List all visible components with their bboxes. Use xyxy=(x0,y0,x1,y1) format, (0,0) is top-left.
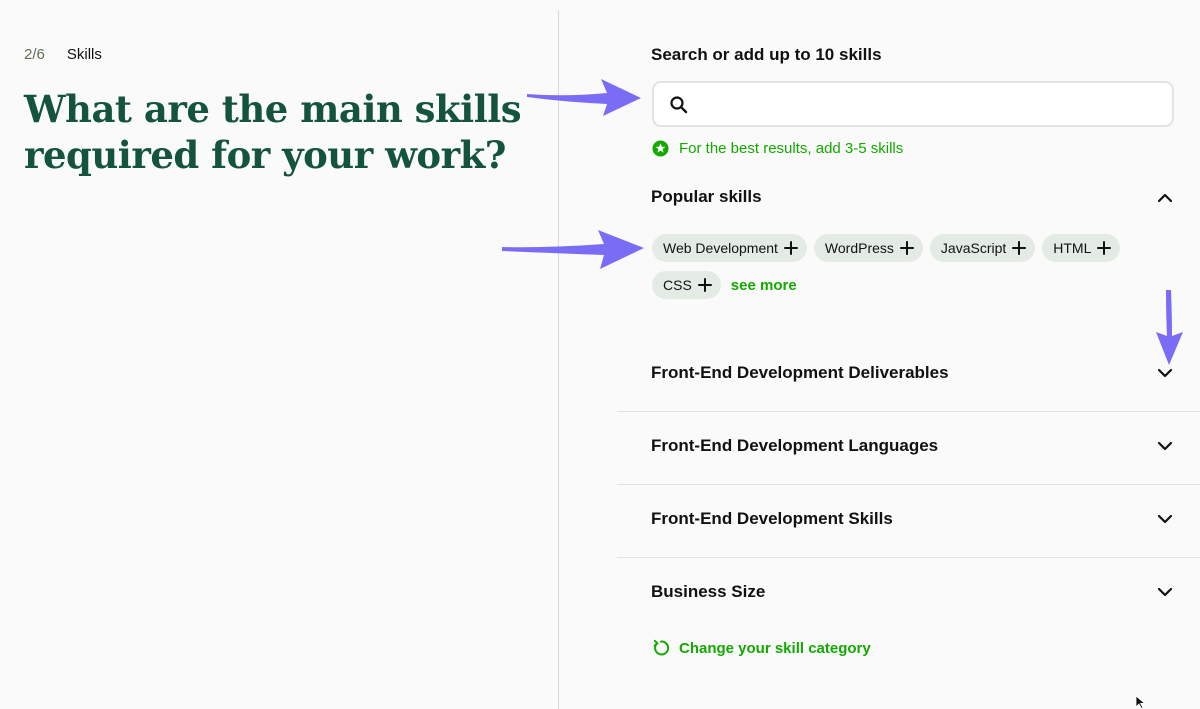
chevron-down-icon xyxy=(1157,441,1173,451)
skill-chip-wordpress[interactable]: WordPress xyxy=(813,234,923,262)
accordion-title: Business Size xyxy=(651,582,766,601)
annotation-arrow-icon xyxy=(1156,290,1183,365)
skill-chip-label: Web Development xyxy=(663,240,778,256)
accordion-title: Front-End Development Skills xyxy=(651,509,893,528)
popular-skills-title: Popular skills xyxy=(651,187,762,206)
accordion-front-end-deliverables[interactable]: Front-End Development Deliverables xyxy=(617,339,1200,412)
annotation-arrow-icon xyxy=(527,79,641,116)
skill-chip-label: HTML xyxy=(1053,240,1092,256)
plus-icon xyxy=(899,241,914,255)
accordion-title: Front-End Development Deliverables xyxy=(651,363,949,382)
skill-chip-label: WordPress xyxy=(824,240,894,256)
skill-chip-label: CSS xyxy=(663,277,692,293)
change-skill-category-label: Change your skill category xyxy=(679,639,871,657)
plus-icon xyxy=(1097,241,1112,255)
skill-chip-label: JavaScript xyxy=(940,240,1007,256)
page-title: What are the main skills required for yo… xyxy=(24,87,522,177)
step-section: Skills xyxy=(66,46,102,63)
change-skill-category-link[interactable]: Change your skill category xyxy=(652,639,871,657)
plus-icon xyxy=(697,278,712,292)
step-indicator: 2/6 Skills xyxy=(24,46,102,63)
search-box[interactable] xyxy=(652,81,1174,127)
skill-chip-css[interactable]: CSS xyxy=(652,271,721,299)
see-more-link[interactable]: see more xyxy=(731,277,797,294)
chevron-down-icon xyxy=(1157,587,1173,597)
skill-chip-web-development[interactable]: Web Development xyxy=(652,234,807,262)
search-input[interactable] xyxy=(698,89,1158,119)
annotation-arrow-icon xyxy=(502,230,644,269)
skills-hint: For the best results, add 3-5 skills xyxy=(652,140,903,157)
star-badge-icon xyxy=(652,140,669,157)
accordion-title: Front-End Development Languages xyxy=(651,436,939,455)
chevron-down-icon xyxy=(1157,514,1173,524)
mouse-cursor-icon xyxy=(1135,695,1146,709)
skill-chip-javascript[interactable]: JavaScript xyxy=(929,234,1036,262)
search-label: Search or add up to 10 skills xyxy=(651,45,882,64)
step-count: 2/6 xyxy=(24,46,45,63)
skill-chip-html[interactable]: HTML xyxy=(1042,234,1121,262)
accordion-business-size[interactable]: Business Size xyxy=(617,558,1200,631)
accordion-front-end-skills[interactable]: Front-End Development Skills xyxy=(617,485,1200,558)
plus-icon xyxy=(783,241,798,255)
refresh-icon xyxy=(653,639,670,656)
right-pane: Search or add up to 10 skills For the be… xyxy=(559,0,1200,709)
hint-text: For the best results, add 3-5 skills xyxy=(679,140,904,157)
accordion-front-end-languages[interactable]: Front-End Development Languages xyxy=(617,412,1200,485)
chevron-up-icon[interactable] xyxy=(1156,189,1174,207)
search-icon xyxy=(670,96,688,114)
popular-skills-list: Web Development WordPress JavaScript HTM… xyxy=(652,234,1152,299)
left-pane: 2/6 Skills What are the main skills requ… xyxy=(0,0,558,709)
plus-icon xyxy=(1012,241,1027,255)
